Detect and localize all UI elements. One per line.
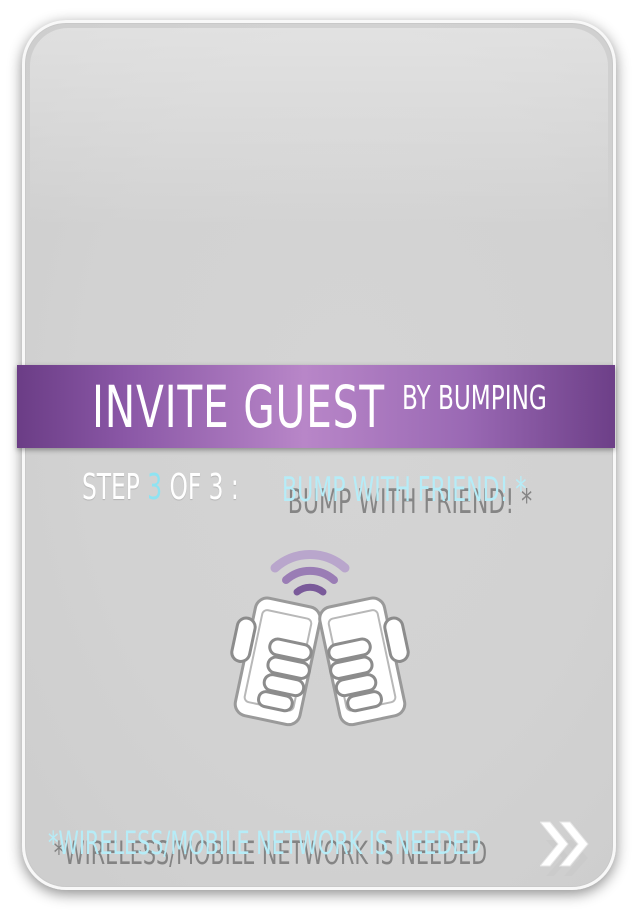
page-subtitle: BY BUMPING: [402, 378, 547, 417]
left-phone-hand: [230, 596, 322, 727]
phones-bump-icon: [205, 540, 435, 740]
card-panel: [22, 20, 616, 890]
wifi-signal-icon: [270, 550, 350, 596]
double-chevron-right-icon: [538, 821, 589, 876]
right-phone-hand: [318, 596, 410, 727]
step-total: OF 3 :: [162, 467, 239, 508]
step-current-number: 3: [147, 467, 163, 508]
network-notice: *WIRELESS/MOBILE NETWORK IS NEEDED *WIRE…: [48, 823, 487, 872]
network-notice-text: *WIRELESS/MOBILE NETWORK IS NEEDED: [48, 824, 482, 862]
page-title: INVITE GUEST: [92, 373, 385, 441]
invite-guest-screen: INVITE GUEST BY BUMPING STEP 3 OF 3 : BU…: [0, 0, 640, 920]
card-gloss: [30, 28, 608, 228]
step-action-text: BUMP WITH FRIEND! *: [282, 470, 527, 510]
step-prefix: STEP: [82, 467, 148, 508]
next-button[interactable]: [538, 818, 602, 884]
step-indicator: STEP 3 OF 3 :: [82, 466, 239, 510]
step-action: BUMP WITH FRIEND! * BUMP WITH FRIEND! *: [282, 468, 532, 522]
